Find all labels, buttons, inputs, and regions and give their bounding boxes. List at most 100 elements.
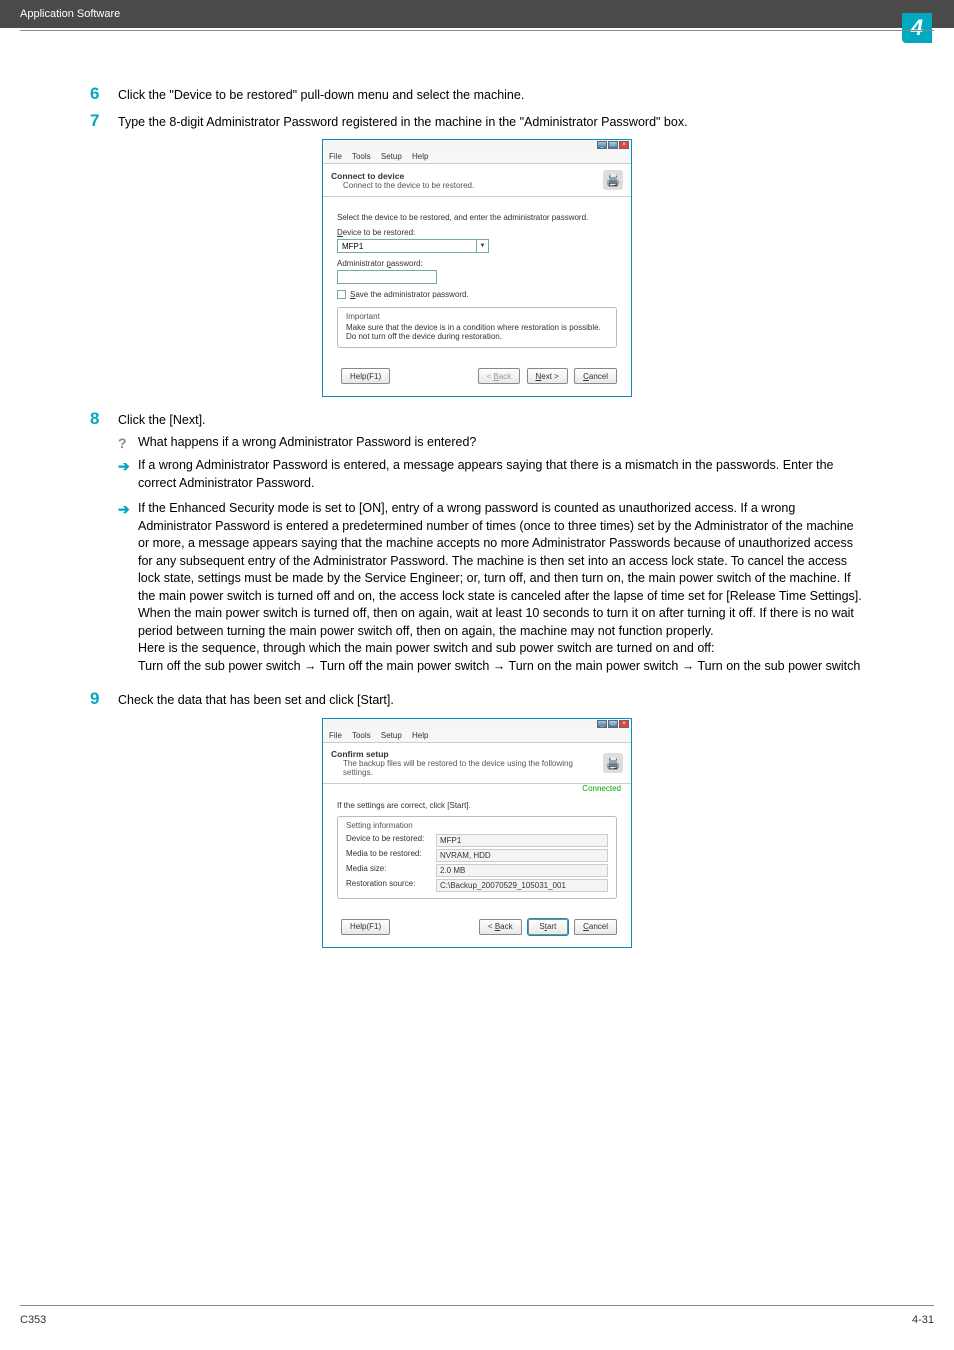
dialog-menubar: File Tools Setup Help — [323, 729, 631, 743]
question-icon: ? — [118, 434, 138, 454]
dialog-footer: Help(F1) < Back Next > Cancel — [323, 358, 631, 396]
main-content: 6 Click the "Device to be restored" pull… — [0, 28, 954, 948]
footer-left: C353 — [20, 1314, 46, 1326]
dialog-titlebar: _ □ × — [323, 140, 631, 150]
help-button[interactable]: Help(F1) — [341, 368, 390, 384]
step-text: Click the "Device to be restored" pull-d… — [118, 84, 864, 105]
checkbox-icon[interactable] — [337, 290, 346, 299]
dialog-menubar: File Tools Setup Help — [323, 150, 631, 164]
dialog-title: Connect to device — [331, 171, 474, 181]
sequence-intro: Here is the sequence, through which the … — [138, 641, 715, 655]
breadcrumb: Application Software — [0, 0, 954, 28]
row-key: Restoration source: — [346, 879, 436, 892]
row-key: Device to be restored: — [346, 834, 436, 847]
save-password-checkbox[interactable]: Save the administrator password. — [337, 290, 617, 299]
sequence-text: Turn off the sub power switch → Turn off… — [138, 659, 860, 673]
step-text: Click the [Next]. — [118, 412, 864, 430]
close-icon[interactable]: × — [619, 141, 629, 149]
important-line-1: Make sure that the device is in a condit… — [346, 323, 608, 332]
table-row: Restoration source: C:\Backup_20070529_1… — [346, 879, 608, 892]
step-number: 7 — [90, 111, 118, 132]
maximize-icon[interactable]: □ — [608, 141, 618, 149]
confirm-setup-dialog: _ □ × File Tools Setup Help Confirm setu… — [322, 718, 632, 948]
back-button: < Back — [478, 368, 521, 384]
chapter-number-badge: 4 — [902, 13, 932, 43]
back-button[interactable]: < Back — [479, 919, 522, 935]
table-row: Device to be restored: MFP1 — [346, 834, 608, 847]
close-icon[interactable]: × — [619, 720, 629, 728]
row-value: 2.0 MB — [436, 864, 608, 877]
start-button[interactable]: Start — [528, 919, 568, 935]
maximize-icon[interactable]: □ — [608, 720, 618, 728]
row-value: C:\Backup_20070529_105031_001 — [436, 879, 608, 892]
menu-help[interactable]: Help — [412, 731, 428, 740]
menu-help[interactable]: Help — [412, 152, 428, 161]
dialog-body: If the settings are correct, click [Star… — [323, 793, 631, 909]
dialog-subtitle: Connect to the device to be restored. — [343, 181, 474, 190]
step-9: 9 Check the data that has been set and c… — [90, 689, 864, 710]
table-row: Media to be restored: NVRAM, HDD — [346, 849, 608, 862]
footer-rule — [20, 1305, 934, 1306]
menu-file[interactable]: File — [329, 152, 342, 161]
breadcrumb-text: Application Software — [20, 8, 120, 20]
step-number: 9 — [90, 689, 118, 710]
chevron-down-icon[interactable]: ▼ — [477, 239, 489, 253]
page-footer: C353 4-31 — [20, 1314, 934, 1326]
admin-password-input[interactable] — [337, 270, 437, 284]
important-line-2: Do not turn off the device during restor… — [346, 332, 608, 341]
menu-file[interactable]: File — [329, 731, 342, 740]
connect-device-dialog: _ □ × File Tools Setup Help Connect to d… — [322, 139, 632, 397]
minimize-icon[interactable]: _ — [597, 141, 607, 149]
dialog-title: Confirm setup — [331, 749, 603, 759]
important-legend: Important — [346, 312, 608, 321]
minimize-icon[interactable]: _ — [597, 720, 607, 728]
row-value: NVRAM, HDD — [436, 849, 608, 862]
row-value: MFP1 — [436, 834, 608, 847]
menu-tools[interactable]: Tools — [352, 152, 371, 161]
answer-row-2: ➔ If the Enhanced Security mode is set t… — [118, 500, 864, 675]
answer-text: If a wrong Administrator Password is ent… — [138, 457, 864, 492]
device-icon: 🖨️ — [603, 170, 623, 190]
step-6: 6 Click the "Device to be restored" pull… — [90, 84, 864, 105]
dialog-body: Select the device to be restored, and en… — [323, 197, 631, 358]
device-select[interactable] — [337, 239, 477, 253]
device-label: Device to be restored: — [337, 228, 617, 237]
device-icon: 🖨️ — [603, 753, 623, 773]
dialog-header: Connect to device Connect to the device … — [323, 164, 631, 196]
setting-info-legend: Setting information — [346, 821, 608, 830]
step-number: 6 — [90, 84, 118, 105]
footer-right: 4-31 — [912, 1314, 934, 1326]
step-text: Type the 8-digit Administrator Password … — [118, 111, 864, 132]
important-fieldset: Important Make sure that the device is i… — [337, 307, 617, 348]
body-instruction: Select the device to be restored, and en… — [337, 213, 617, 222]
step-number: 8 — [90, 409, 118, 683]
dialog-footer: Help(F1) < Back Start Cancel — [323, 909, 631, 947]
setting-information-group: Setting information Device to be restore… — [337, 816, 617, 899]
row-key: Media size: — [346, 864, 436, 877]
dialog-titlebar: _ □ × — [323, 719, 631, 729]
question-row: ? What happens if a wrong Administrator … — [118, 434, 864, 454]
question-text: What happens if a wrong Administrator Pa… — [138, 434, 476, 454]
body-instruction: If the settings are correct, click [Star… — [337, 801, 617, 810]
cancel-button[interactable]: Cancel — [574, 919, 617, 935]
step-7: 7 Type the 8-digit Administrator Passwor… — [90, 111, 864, 132]
menu-setup[interactable]: Setup — [381, 731, 402, 740]
row-key: Media to be restored: — [346, 849, 436, 862]
cancel-button[interactable]: Cancel — [574, 368, 617, 384]
menu-tools[interactable]: Tools — [352, 731, 371, 740]
answer-text-2: If the Enhanced Security mode is set to … — [138, 500, 864, 675]
arrow-icon: ➔ — [118, 500, 138, 675]
help-button[interactable]: Help(F1) — [341, 919, 390, 935]
step-body: Click the [Next]. ? What happens if a wr… — [118, 409, 864, 683]
next-button[interactable]: Next > — [527, 368, 568, 384]
step-8: 8 Click the [Next]. ? What happens if a … — [90, 409, 864, 683]
dialog-subtitle: The backup files will be restored to the… — [343, 759, 603, 777]
password-label: Administrator password: — [337, 259, 617, 268]
step-text: Check the data that has been set and cli… — [118, 689, 864, 710]
arrow-icon: ➔ — [118, 457, 138, 492]
table-row: Media size: 2.0 MB — [346, 864, 608, 877]
header-rule — [20, 30, 934, 31]
menu-setup[interactable]: Setup — [381, 152, 402, 161]
connected-status: Connected — [323, 784, 631, 793]
answer-row: ➔ If a wrong Administrator Password is e… — [118, 457, 864, 492]
